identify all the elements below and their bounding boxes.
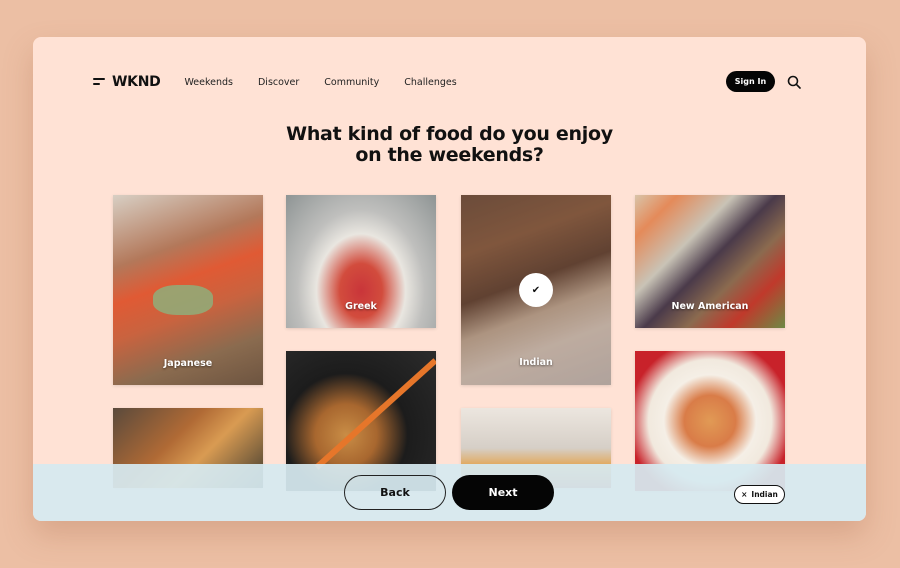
top-nav: WKND Weekends Discover Community Challen… bbox=[93, 73, 482, 91]
checkmark-icon: ✔ bbox=[519, 273, 553, 307]
tile-label: Japanese bbox=[163, 358, 213, 369]
search-icon[interactable] bbox=[787, 75, 801, 89]
back-button[interactable]: Back bbox=[344, 475, 446, 510]
bottom-action-bar: Back Next × Indian bbox=[33, 464, 866, 521]
nav-link-discover[interactable]: Discover bbox=[258, 77, 299, 88]
nav-link-challenges[interactable]: Challenges bbox=[404, 77, 456, 88]
food-tile-greek[interactable]: Greek bbox=[286, 195, 436, 328]
next-button[interactable]: Next bbox=[452, 475, 554, 510]
logo-text: WKND bbox=[112, 74, 161, 90]
page-title-line-2: on the weekends? bbox=[355, 144, 544, 166]
food-tile-indian[interactable]: ✔ Indian bbox=[461, 195, 611, 385]
sign-in-button[interactable]: Sign In bbox=[726, 71, 775, 92]
app-window: WKND Weekends Discover Community Challen… bbox=[33, 37, 866, 521]
tile-label: Greek bbox=[345, 301, 377, 312]
selected-chip-indian[interactable]: × Indian bbox=[734, 485, 785, 504]
tile-image-japanese bbox=[153, 285, 213, 315]
chopsticks-image bbox=[314, 358, 436, 470]
food-tile-japanese[interactable]: Japanese bbox=[113, 195, 263, 385]
food-tile-new-american[interactable]: New American bbox=[635, 195, 785, 328]
tile-label: Indian bbox=[519, 357, 553, 368]
chip-label: Indian bbox=[751, 490, 778, 499]
logo[interactable]: WKND bbox=[93, 74, 161, 90]
nav-link-weekends[interactable]: Weekends bbox=[184, 77, 233, 88]
tile-label: New American bbox=[671, 301, 749, 312]
page-title: What kind of food do you enjoy on the we… bbox=[33, 124, 866, 166]
remove-icon[interactable]: × bbox=[741, 490, 747, 499]
menu-icon[interactable] bbox=[93, 78, 106, 86]
nav-link-community[interactable]: Community bbox=[324, 77, 379, 88]
page-title-line-1: What kind of food do you enjoy bbox=[286, 123, 613, 145]
